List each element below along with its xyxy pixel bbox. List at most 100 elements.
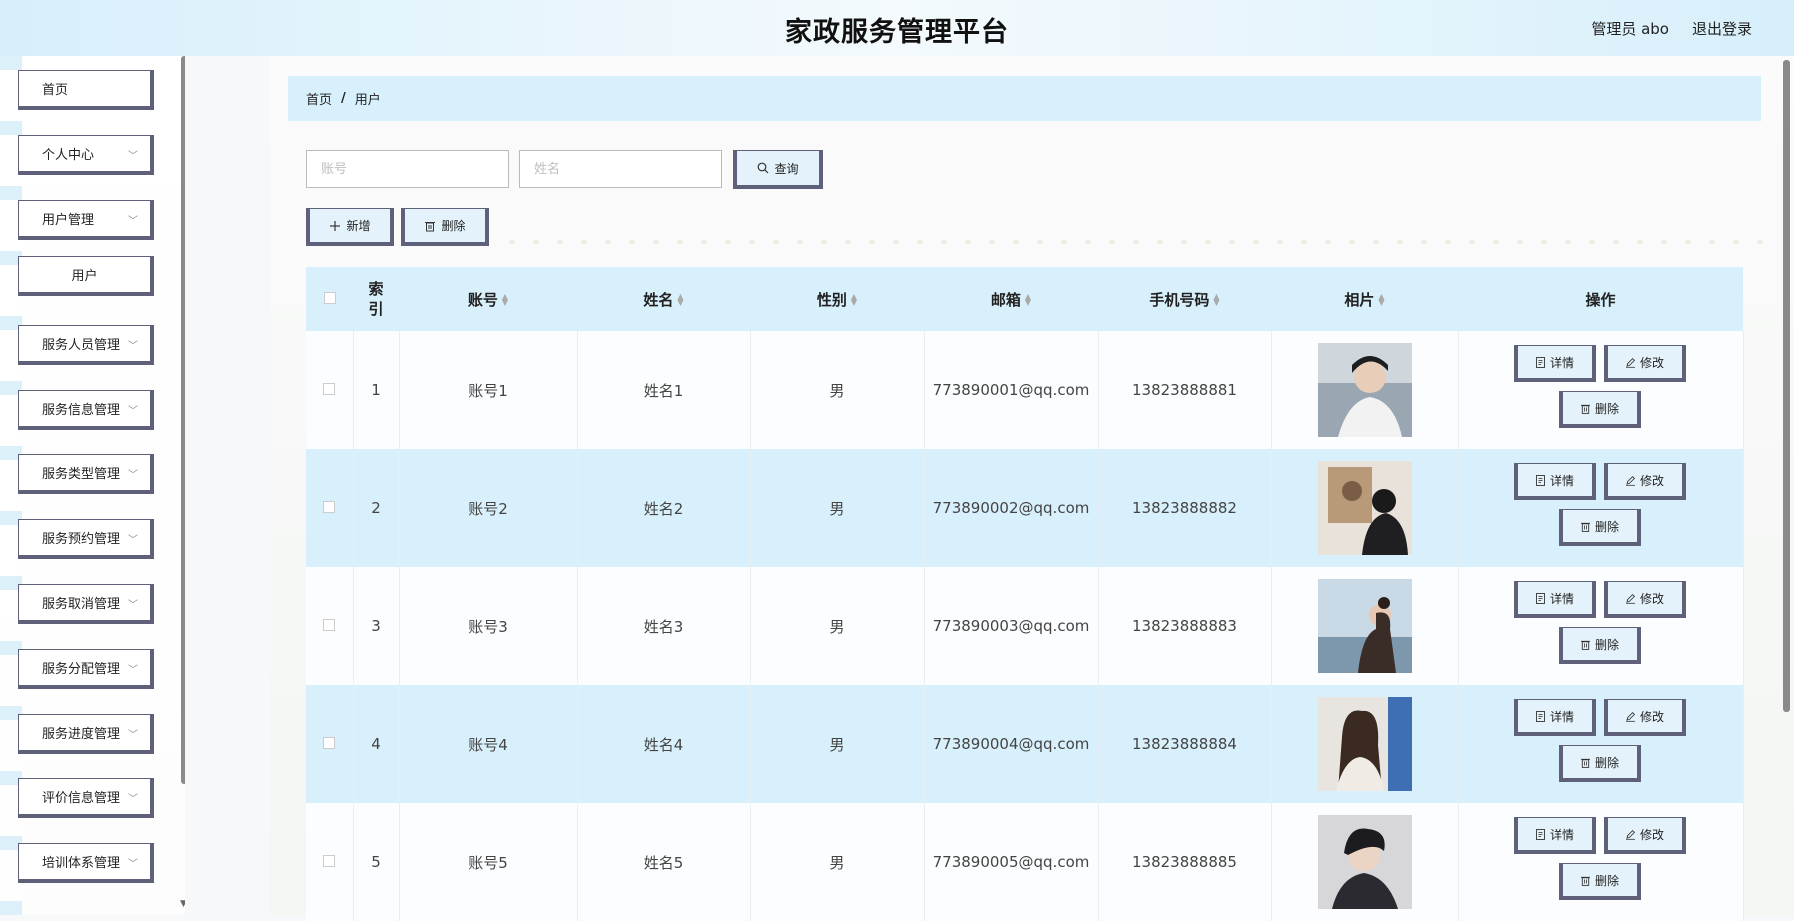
edit-button[interactable]: 修改	[1603, 699, 1686, 736]
edit-button[interactable]: 修改	[1603, 345, 1686, 382]
detail-label: 详情	[1549, 355, 1574, 370]
row-select-cell	[306, 685, 354, 803]
detail-button[interactable]: 详情	[1513, 699, 1596, 736]
chevron-down-icon: ﹀	[128, 341, 138, 352]
edit-label: 修改	[1639, 709, 1664, 724]
delete-button[interactable]: 删除	[1558, 509, 1641, 546]
sidebar-item[interactable]: 服务类型管理 ﹀	[18, 454, 154, 494]
user-photo[interactable]	[1317, 815, 1412, 909]
sidebar-item[interactable]: 评价信息管理 ﹀	[18, 778, 154, 818]
name-search-input[interactable]	[519, 150, 722, 188]
delete-button[interactable]: 删除	[1558, 863, 1641, 900]
edit-button[interactable]: 修改	[1603, 817, 1686, 854]
trash-icon	[1580, 522, 1590, 532]
sidebar-item[interactable]: 服务人员管理 ﹀	[18, 325, 154, 365]
cell-account: 账号5	[399, 803, 578, 921]
sidebar-item-label: 用户	[71, 269, 98, 284]
detail-button[interactable]: 详情	[1513, 581, 1596, 618]
user-photo[interactable]	[1317, 343, 1412, 437]
breadcrumb-home[interactable]: 首页	[306, 89, 332, 108]
sidebar-item[interactable]: 培训体系管理 ﹀	[18, 843, 154, 883]
sort-icon[interactable]: ▲ ▼	[677, 293, 683, 307]
column-header-name[interactable]: 姓名 ▲ ▼	[577, 267, 750, 331]
chevron-down-icon: ﹀	[128, 216, 138, 227]
cell-actions: 详情 修改删除	[1458, 449, 1744, 567]
pencil-icon	[1625, 829, 1636, 840]
trash-icon	[1580, 876, 1590, 886]
logout-link[interactable]: 退出登录	[1692, 18, 1752, 39]
detail-button[interactable]: 详情	[1513, 463, 1596, 500]
trash-icon	[1580, 404, 1590, 414]
column-header-account[interactable]: 账号 ▲ ▼	[399, 267, 577, 331]
row-checkbox[interactable]	[323, 855, 336, 867]
scroll-down-arrow-icon[interactable]: ▼	[180, 899, 185, 909]
sidebar-item-label: 服务分配管理	[42, 662, 121, 677]
cell-photo	[1271, 567, 1459, 685]
cell-actions: 详情 修改删除	[1458, 331, 1744, 449]
trash-icon	[1580, 758, 1590, 768]
delete-label: 删除	[1594, 401, 1619, 416]
column-header-photo[interactable]: 相片 ▲ ▼	[1271, 267, 1458, 331]
sort-icon[interactable]: ▲ ▼	[1378, 293, 1384, 307]
sort-icon[interactable]: ▲ ▼	[1213, 293, 1219, 307]
delete-button[interactable]: 删除	[1558, 391, 1641, 428]
column-header-email[interactable]: 邮箱 ▲ ▼	[924, 267, 1098, 331]
trash-icon	[1580, 640, 1590, 650]
row-checkbox[interactable]	[323, 619, 336, 631]
chevron-down-icon: ﹀	[128, 406, 138, 417]
sidebar-item[interactable]: 用户管理 ﹀	[18, 200, 154, 240]
cell-index: 1	[353, 331, 400, 449]
cell-account: 账号2	[399, 449, 578, 567]
column-header-gender[interactable]: 性别 ▲ ▼	[750, 267, 924, 331]
add-button[interactable]: 新增	[306, 208, 394, 246]
row-select-cell	[306, 331, 354, 449]
delete-label: 删除	[1594, 637, 1619, 652]
sort-icon[interactable]: ▲ ▼	[502, 293, 508, 307]
table-header-row: 索引 账号 ▲ ▼ 姓名 ▲ ▼ 性别 ▲ ▼ 邮箱 ▲ ▼ 手机号码 ▲ ▼ 相片 ▲ ▼ 操作	[306, 267, 1743, 331]
detail-button[interactable]: 详情	[1513, 817, 1596, 854]
sort-icon[interactable]: ▲ ▼	[1025, 293, 1031, 307]
edit-button[interactable]: 修改	[1603, 463, 1686, 500]
sidebar-scrollbar[interactable]	[181, 56, 185, 784]
sidebar-item[interactable]: 用户	[18, 256, 154, 296]
detail-button[interactable]: 详情	[1513, 345, 1596, 382]
cell-phone: 13823888885	[1098, 803, 1272, 921]
cell-photo	[1271, 449, 1459, 567]
row-checkbox[interactable]	[323, 501, 336, 513]
delete-label: 删除	[1594, 873, 1619, 888]
sidebar-item[interactable]: 个人中心 ﹀	[18, 135, 154, 175]
cell-index: 3	[353, 567, 400, 685]
row-checkbox[interactable]	[323, 737, 336, 749]
sidebar-item[interactable]: 服务进度管理 ﹀	[18, 714, 154, 754]
delete-button[interactable]: 删除	[1558, 627, 1641, 664]
row-checkbox[interactable]	[323, 383, 336, 395]
column-header-phone[interactable]: 手机号码 ▲ ▼	[1098, 267, 1271, 331]
plus-icon	[330, 220, 341, 231]
query-label: 查询	[774, 161, 799, 176]
user-photo[interactable]	[1317, 579, 1412, 673]
batch-delete-label: 删除	[441, 219, 466, 233]
table-row: 5 账号5 姓名5 男 773890005@qq.com 13823888885 详情 修改删…	[306, 803, 1744, 921]
sidebar-item[interactable]: 服务取消管理 ﹀	[18, 584, 154, 624]
sidebar-item[interactable]: 服务信息管理 ﹀	[18, 390, 154, 430]
batch-delete-button[interactable]: 删除	[401, 208, 489, 246]
sidebar-item-label: 服务预约管理	[42, 532, 121, 547]
cell-phone: 13823888881	[1098, 331, 1272, 449]
select-all-checkbox[interactable]	[323, 292, 336, 304]
column-actions-label: 操作	[1585, 290, 1616, 309]
sidebar-item[interactable]: 服务预约管理 ﹀	[18, 519, 154, 559]
delete-button[interactable]: 删除	[1558, 745, 1641, 782]
cell-index: 2	[353, 449, 400, 567]
cell-name: 姓名4	[577, 685, 751, 803]
sidebar-item-label: 评价信息管理	[42, 791, 121, 806]
sidebar-item[interactable]: 服务分配管理 ﹀	[18, 649, 154, 689]
user-photo[interactable]	[1317, 461, 1412, 555]
sidebar-item[interactable]: 首页	[18, 70, 154, 110]
sort-icon[interactable]: ▲ ▼	[851, 293, 857, 307]
query-button[interactable]: 查询	[733, 150, 823, 189]
decorative-dots	[500, 237, 1770, 247]
user-photo[interactable]	[1317, 697, 1412, 791]
account-search-input[interactable]	[306, 150, 509, 188]
edit-button[interactable]: 修改	[1603, 581, 1686, 618]
page-scrollbar[interactable]	[1783, 60, 1790, 712]
